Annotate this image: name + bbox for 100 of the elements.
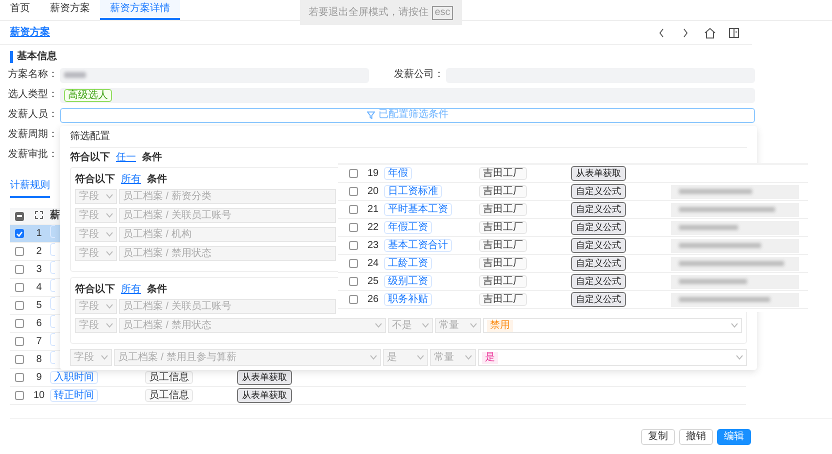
field-label: 选人类型：: [7, 89, 59, 101]
checkbox[interactable]: [14, 212, 24, 220]
chevron-down-icon: [106, 213, 113, 218]
chevron-down-icon: [106, 251, 113, 256]
checkbox[interactable]: [348, 241, 358, 250]
row-number: 3: [35, 264, 43, 276]
checkbox[interactable]: [348, 205, 358, 214]
action-button[interactable]: 复制: [641, 428, 675, 444]
field-label: 发薪周期：: [7, 129, 59, 141]
field-path-select[interactable]: 员工档案 / 禁用状态: [119, 246, 336, 261]
checkbox[interactable]: [14, 283, 24, 292]
notice-text: 若要退出全屏模式，请按住: [308, 6, 429, 18]
field-path-select[interactable]: 员工档案 / 禁用且参与算薪: [114, 349, 381, 366]
row-number: 24: [366, 258, 380, 270]
source-tag: 员工信息: [145, 370, 193, 384]
source-tag: 吉田工厂: [479, 220, 527, 234]
match-mode-link[interactable]: 所有: [121, 284, 141, 296]
field-type-select[interactable]: 字段: [75, 318, 117, 333]
checkbox[interactable]: [348, 259, 358, 268]
checkbox[interactable]: [348, 187, 358, 196]
match-label: 条件: [147, 284, 167, 296]
field-type-select[interactable]: 字段: [75, 189, 117, 204]
checkbox[interactable]: [348, 295, 358, 304]
action-button[interactable]: 撤销: [679, 428, 713, 444]
tag-edge: [50, 315, 55, 328]
checkbox[interactable]: [14, 247, 24, 256]
operator-select[interactable]: 是: [383, 349, 428, 366]
checkbox[interactable]: [14, 265, 24, 274]
page-title[interactable]: 薪资方案: [10, 26, 50, 38]
field-tag[interactable]: 级别工资: [384, 274, 432, 288]
method-button[interactable]: 从表单获取: [571, 166, 626, 181]
checkbox[interactable]: [348, 169, 358, 178]
plan-name-field[interactable]: [60, 68, 369, 82]
method-button[interactable]: 自定义公式: [571, 274, 626, 289]
method-button[interactable]: 自定义公式: [571, 220, 626, 235]
field-tag[interactable]: 日工资标准: [384, 184, 442, 198]
value-select[interactable]: 禁用: [483, 318, 742, 333]
checkbox[interactable]: [14, 319, 24, 328]
chevron-down-icon: [101, 355, 108, 360]
tab[interactable]: 薪资方案: [40, 0, 100, 20]
payees-field[interactable]: 已配置筛选条件: [60, 108, 755, 122]
checkbox[interactable]: [14, 373, 24, 382]
source-tag: 吉田工厂: [479, 184, 527, 198]
checkbox[interactable]: [14, 355, 24, 364]
field-type-select[interactable]: 字段: [75, 208, 117, 223]
tag-edge: [50, 351, 55, 364]
chevron-down-icon: [736, 355, 743, 360]
field-tag[interactable]: 年假: [384, 166, 412, 180]
tag-edge: [50, 333, 55, 346]
panel-icon[interactable]: [727, 26, 741, 40]
field-tag[interactable]: 入职时间: [50, 370, 98, 384]
section-title: 基本信息: [10, 51, 57, 63]
method-button[interactable]: 自定义公式: [571, 292, 626, 307]
method-button[interactable]: 自定义公式: [571, 202, 626, 217]
checkbox[interactable]: [14, 391, 24, 400]
home-icon[interactable]: [703, 26, 717, 40]
field-tag[interactable]: 平时基本工资: [384, 202, 452, 216]
chevron-down-icon: [106, 194, 113, 199]
field-tag[interactable]: 基本工资合计: [384, 238, 452, 252]
tab[interactable]: 薪资方案详情: [100, 0, 180, 20]
chevron-down-icon: [106, 304, 113, 309]
checkbox[interactable]: [14, 229, 24, 238]
field-tag[interactable]: 转正时间: [50, 388, 98, 402]
value-type-select[interactable]: 常量: [430, 349, 476, 366]
match-mode-link[interactable]: 所有: [121, 174, 141, 186]
field-path-select[interactable]: 员工档案 / 禁用状态: [119, 318, 386, 333]
column-header: 薪: [50, 210, 60, 222]
method-button[interactable]: 自定义公式: [571, 238, 626, 253]
tab[interactable]: 计薪规则: [10, 180, 50, 198]
chevron-down-icon: [470, 323, 477, 328]
row-number: 6: [35, 318, 43, 330]
field-label: 发薪审批：: [7, 149, 59, 161]
value-type-select[interactable]: 常量: [435, 318, 481, 333]
field-path-select[interactable]: 员工档案 / 关联员工账号: [119, 208, 336, 223]
selection-type-field[interactable]: 高级选人: [60, 88, 755, 102]
source-tag: 吉田工厂: [479, 292, 527, 306]
method-button[interactable]: 从表单获取: [237, 388, 292, 403]
checkbox[interactable]: [14, 337, 24, 346]
method-button[interactable]: 自定义公式: [571, 256, 626, 271]
match-mode-link[interactable]: 任一: [116, 152, 136, 164]
operator-select[interactable]: 不是: [388, 318, 433, 333]
field-tag[interactable]: 职务补贴: [384, 292, 432, 306]
checkbox[interactable]: [348, 223, 358, 232]
tab[interactable]: 首页: [0, 0, 40, 20]
field-type-select[interactable]: 字段: [75, 227, 117, 242]
checkbox[interactable]: [348, 277, 358, 286]
value-select[interactable]: 是: [478, 349, 747, 366]
edit-button[interactable]: 编辑: [717, 428, 751, 444]
method-button[interactable]: 从表单获取: [237, 370, 292, 385]
field-type-select[interactable]: 字段: [75, 299, 117, 314]
value-tag: 是: [482, 352, 498, 364]
field-type-select[interactable]: 字段: [75, 246, 117, 261]
field-path-select[interactable]: 员工档案 / 关联员工账号: [119, 299, 336, 314]
field-path-select[interactable]: 员工档案 / 薪资分类: [119, 189, 336, 204]
field-tag[interactable]: 工龄工资: [384, 256, 432, 270]
checkbox[interactable]: [14, 301, 24, 310]
field-type-select[interactable]: 字段: [70, 349, 112, 366]
field-tag[interactable]: 年假工资: [384, 220, 432, 234]
field-path-select[interactable]: 员工档案 / 机构: [119, 227, 336, 242]
method-button[interactable]: 自定义公式: [571, 184, 626, 199]
